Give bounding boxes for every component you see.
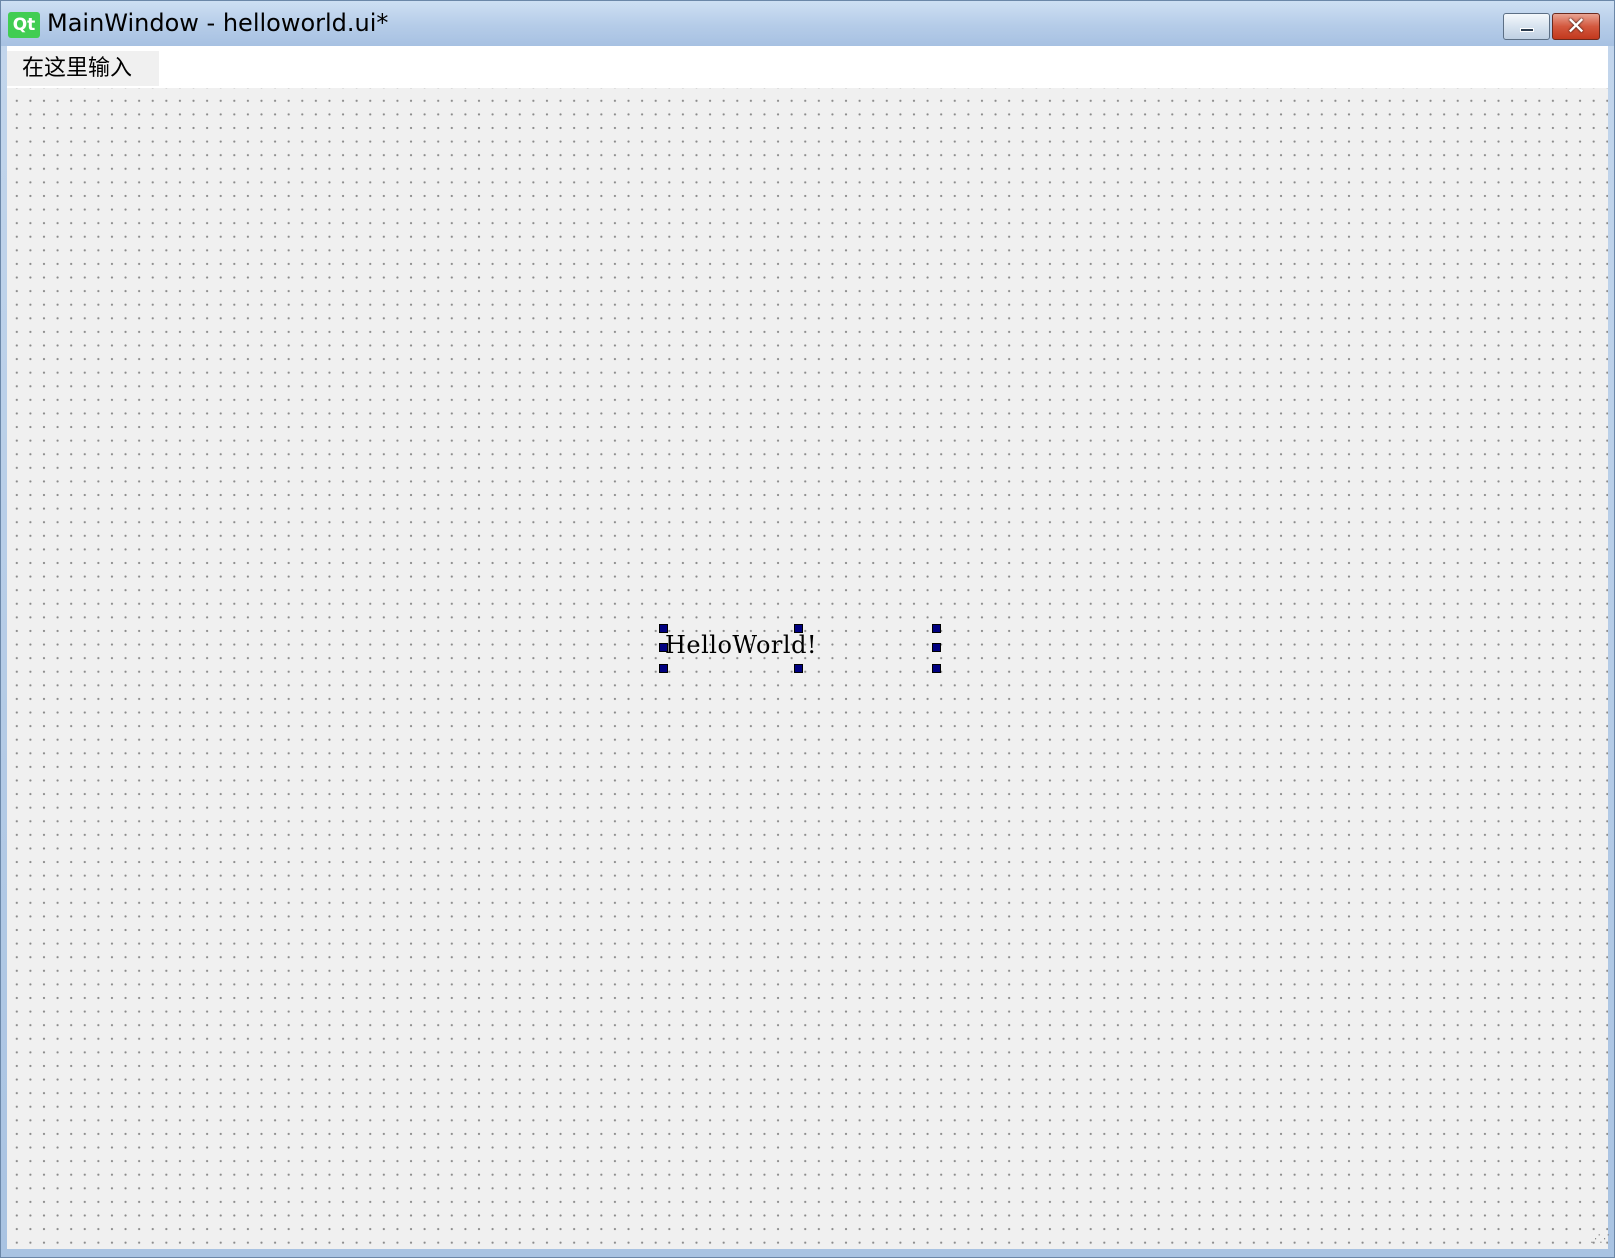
title-bar[interactable]: Qt MainWindow - helloworld.ui* ✕ <box>1 1 1614 46</box>
label-text: HelloWorld! <box>665 631 818 659</box>
resize-handle-bottom-center[interactable] <box>794 664 803 673</box>
minimize-icon <box>1520 28 1534 32</box>
close-button[interactable]: ✕ <box>1552 12 1600 40</box>
resize-handle-bottom-right[interactable] <box>932 664 941 673</box>
hello-world-label[interactable]: HelloWorld! <box>659 624 941 673</box>
minimize-button[interactable] <box>1503 13 1550 40</box>
qt-logo-icon: Qt <box>8 12 40 38</box>
resize-handle-top-left[interactable] <box>659 624 668 633</box>
client-area: 在这里输入 HelloWorld! ⋰⋰ <box>7 46 1610 1249</box>
close-icon: ✕ <box>1565 12 1587 40</box>
menu-bar: 在这里输入 <box>7 46 1608 88</box>
resize-handle-bottom-left[interactable] <box>659 664 668 673</box>
menu-type-here[interactable]: 在这里输入 <box>7 51 159 86</box>
resize-handle-top-center[interactable] <box>794 624 803 633</box>
form-canvas[interactable]: HelloWorld! ⋰⋰ <box>7 88 1610 1249</box>
resize-handle-middle-left[interactable] <box>659 643 668 652</box>
main-window: Qt MainWindow - helloworld.ui* ✕ 在这里输入 H… <box>0 0 1615 1258</box>
window-title: MainWindow - helloworld.ui* <box>47 9 389 37</box>
resize-handle-middle-right[interactable] <box>932 643 941 652</box>
size-grip-icon[interactable]: ⋰⋰ <box>1590 1232 1610 1246</box>
resize-handle-top-right[interactable] <box>932 624 941 633</box>
